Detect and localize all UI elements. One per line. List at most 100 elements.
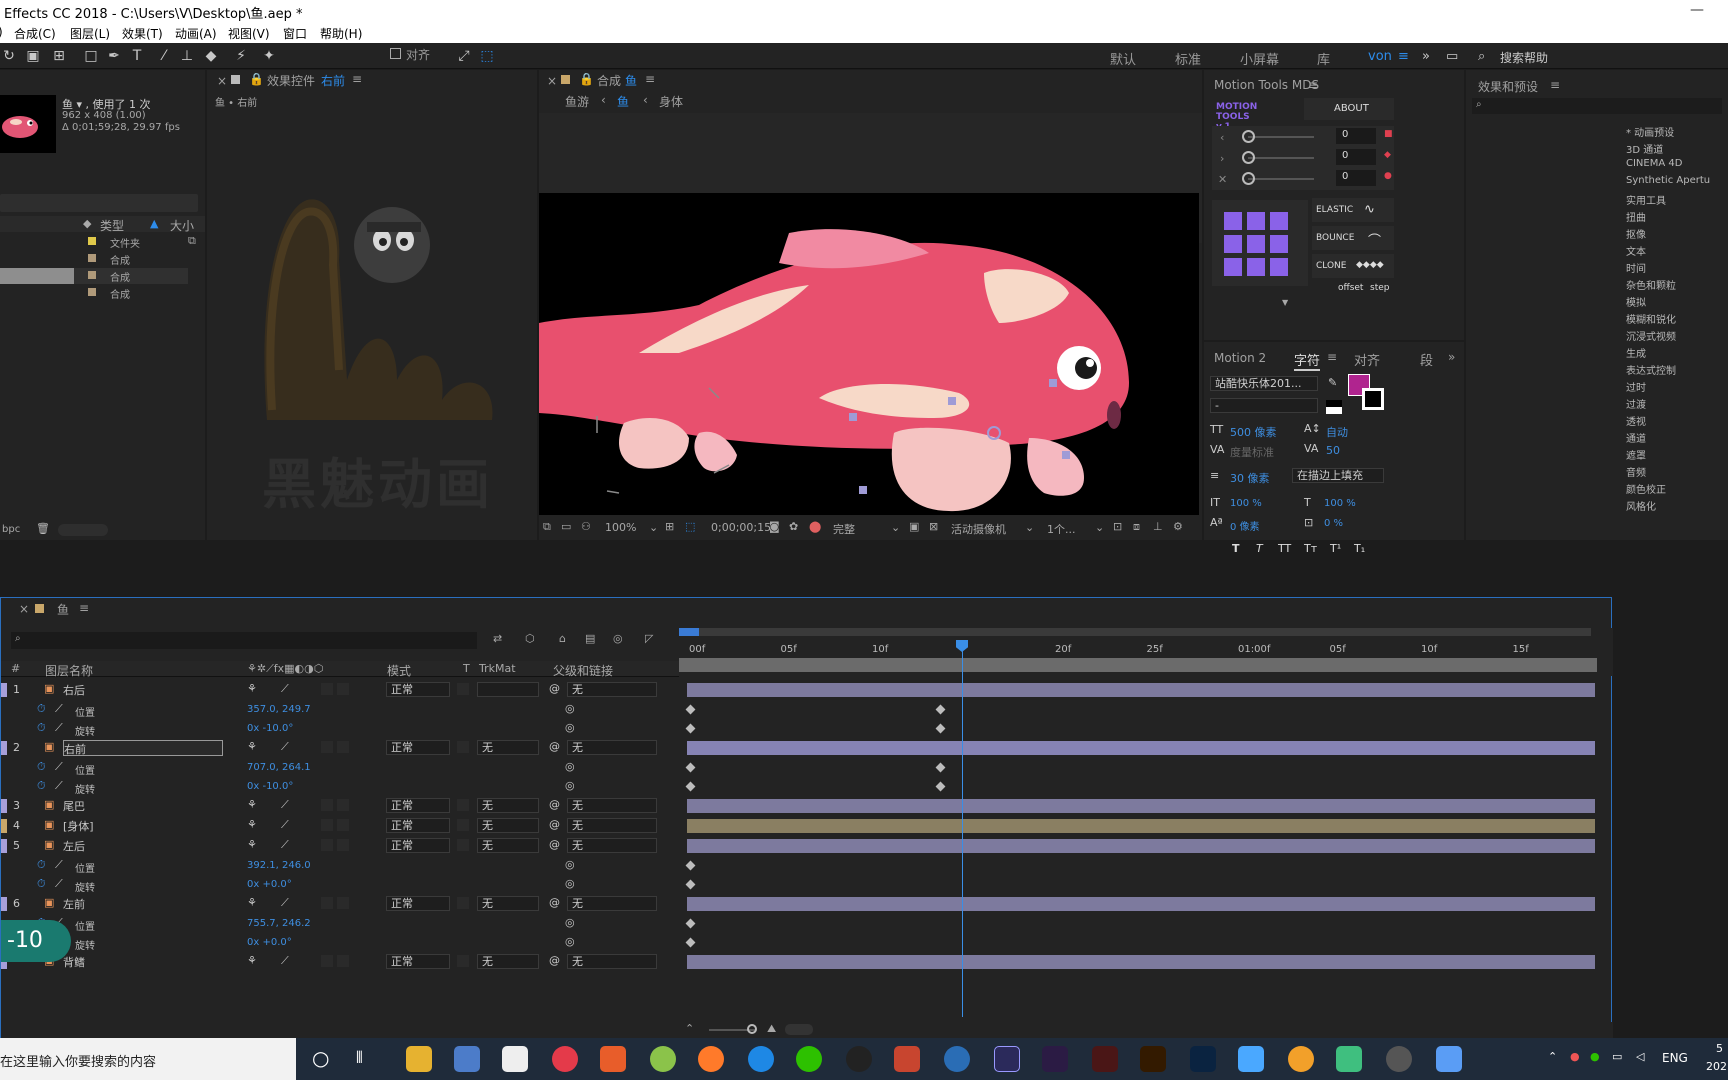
graph-editor-icon[interactable]: ◸ [645, 632, 653, 645]
animate-icon[interactable] [1092, 1046, 1118, 1072]
playhead-line[interactable] [962, 642, 963, 1017]
anchor-button[interactable] [1270, 258, 1288, 276]
fit-icon[interactable]: ⊞ [665, 520, 674, 533]
project-row[interactable]: 合成 [0, 285, 205, 301]
trkmat-select[interactable]: 无 [477, 798, 539, 813]
property-value[interactable]: 755.7, 246.2 [247, 918, 311, 929]
font-family-select[interactable]: 站酷快乐体201... [1210, 376, 1318, 391]
layer-label-color[interactable] [1, 741, 7, 755]
illustrator-icon[interactable] [1140, 1046, 1166, 1072]
property-row[interactable]: ⏱ ⟋ 旋转 0x +0.0° ◎ [1, 876, 679, 894]
firefox-icon[interactable] [698, 1046, 724, 1072]
trkmat-select[interactable]: 无 [477, 838, 539, 853]
pickwhip-icon[interactable]: @ [549, 740, 560, 753]
view-layout-select[interactable]: 1个... [1047, 521, 1076, 537]
switch-box[interactable] [337, 741, 349, 753]
preserve-transparency-box[interactable] [457, 897, 469, 909]
property-value[interactable]: 707.0, 264.1 [247, 762, 311, 773]
zoom-in-icon[interactable]: ⛰ [767, 1022, 776, 1036]
slider-value-field[interactable]: 0 [1336, 149, 1376, 165]
eraser-tool-icon[interactable]: ◆ [202, 47, 220, 65]
bpc-button[interactable]: bpc [2, 524, 20, 535]
parent-select[interactable]: 无 [567, 682, 657, 697]
effects-category-item[interactable]: 遮罩 [1626, 447, 1646, 462]
stopwatch-icon[interactable]: ⏱ [37, 779, 46, 793]
expression-pickwhip-icon[interactable]: ◎ [565, 721, 575, 734]
expression-pickwhip-icon[interactable]: ◎ [565, 702, 575, 715]
shy-layers-icon[interactable]: ⌂ [559, 632, 566, 645]
file-explorer-icon[interactable] [406, 1046, 432, 1072]
shy-switch-icon[interactable]: ⚘ [247, 838, 257, 851]
work-area-bar[interactable] [679, 628, 1591, 636]
close-tab-icon[interactable]: × [19, 602, 29, 616]
preserve-transparency-box[interactable] [457, 955, 469, 967]
app-icon[interactable] [944, 1046, 970, 1072]
preserve-transparency-box[interactable] [457, 683, 469, 695]
expression-pickwhip-icon[interactable]: ◎ [565, 858, 575, 871]
clone-button[interactable]: CLONE ◆◆◆◆ [1312, 254, 1394, 278]
expression-pickwhip-icon[interactable]: ◎ [565, 779, 575, 792]
quality-switch-icon[interactable]: ⟋ [281, 818, 289, 832]
property-value[interactable]: 0x +0.0° [247, 879, 292, 890]
parent-select[interactable]: 无 [567, 954, 657, 969]
tsume-value[interactable]: 0 % [1324, 518, 1343, 529]
export-frame-icon[interactable]: ⧈ [1133, 520, 1140, 534]
stroke-width-value[interactable]: 30 像素 [1230, 470, 1270, 486]
switch-box[interactable] [337, 819, 349, 831]
expression-pickwhip-icon[interactable]: ◎ [565, 877, 575, 890]
tray-app-icon[interactable]: ● [1570, 1050, 1580, 1063]
zoom-slider-handle[interactable] [747, 1024, 757, 1034]
recorder-icon[interactable] [1386, 1046, 1412, 1072]
menu-animation[interactable]: 动画(A) [175, 25, 217, 42]
leading-value[interactable]: 自动 [1326, 424, 1348, 440]
parent-select[interactable]: 无 [567, 818, 657, 833]
layer-duration-bar[interactable] [687, 897, 1595, 911]
layer-name[interactable]: 尾巴 [63, 798, 85, 814]
scroll-thumb[interactable] [785, 1024, 813, 1035]
layer-row[interactable]: ▣ 背鳍 ⚘ ⟋ 正常 无 @ 无 [1, 953, 679, 971]
effects-category-item[interactable]: 音频 [1626, 464, 1646, 479]
qq-icon[interactable] [846, 1046, 872, 1072]
col-layer-name-header[interactable]: 图层名称 [45, 662, 93, 679]
panel-menu-icon[interactable]: ≡ [1327, 350, 1337, 364]
toggle-viewer-icon[interactable]: ⚙ [1173, 520, 1183, 533]
comp-tab[interactable]: 合成 [597, 72, 621, 89]
slider-handle[interactable] [1242, 151, 1255, 164]
keyframe[interactable] [685, 937, 696, 948]
graph-icon[interactable]: ⟋ [55, 721, 63, 735]
workspace-more-icon[interactable]: » [1422, 49, 1430, 64]
monitor-icon[interactable]: ▭ [561, 520, 571, 533]
motion-tools-tab[interactable]: Motion Tools MDS [1214, 78, 1319, 92]
quality-switch-icon[interactable]: ⟋ [281, 838, 289, 852]
anchor-button[interactable] [1247, 258, 1265, 276]
camera-tool-icon[interactable]: ▣ [24, 47, 42, 65]
pickwhip-icon[interactable]: @ [549, 838, 560, 851]
layer-name[interactable]: 背鳍 [63, 954, 85, 970]
project-row[interactable]: 合成 [0, 251, 205, 267]
keyframe[interactable] [685, 860, 696, 871]
shy-switch-icon[interactable]: ⚘ [247, 682, 257, 695]
layer-row[interactable]: 4 ▣ [身体] ⚘ ⟋ 正常 无 @ 无 [1, 817, 679, 835]
timeline-search-input[interactable]: ⌕ [11, 632, 477, 649]
tracking-value[interactable]: 50 [1326, 444, 1340, 457]
effects-category-item[interactable]: 扭曲 [1626, 209, 1646, 224]
switch-box[interactable] [321, 819, 333, 831]
project-search-input[interactable] [0, 194, 198, 212]
brush-tool-icon[interactable]: ⁄ [155, 47, 173, 65]
lock-icon[interactable]: 🔒 [579, 72, 594, 86]
graph-icon[interactable]: ⟋ [55, 779, 63, 793]
trkmat-select[interactable]: 无 [477, 896, 539, 911]
switch-box[interactable] [321, 799, 333, 811]
keyframe[interactable] [685, 879, 696, 890]
expand-arrow-icon[interactable]: ▼ [1282, 298, 1288, 307]
grid-icon[interactable]: ⬚ [685, 520, 695, 533]
baseline-shift-value[interactable]: 0 像素 [1230, 518, 1260, 533]
premiere-icon[interactable] [1042, 1046, 1068, 1072]
font-style-select[interactable]: - [1210, 398, 1318, 413]
switch-box[interactable] [337, 955, 349, 967]
work-area-range[interactable] [679, 658, 1597, 672]
horizontal-scale-value[interactable]: 100 % [1324, 498, 1356, 509]
property-row[interactable]: ⏱ ⟋ 位置 755.7, 246.2 ◎ [1, 915, 679, 933]
show-snapshot-icon[interactable]: ✿ [789, 520, 798, 533]
project-row-selected[interactable]: 合成 [0, 268, 188, 284]
